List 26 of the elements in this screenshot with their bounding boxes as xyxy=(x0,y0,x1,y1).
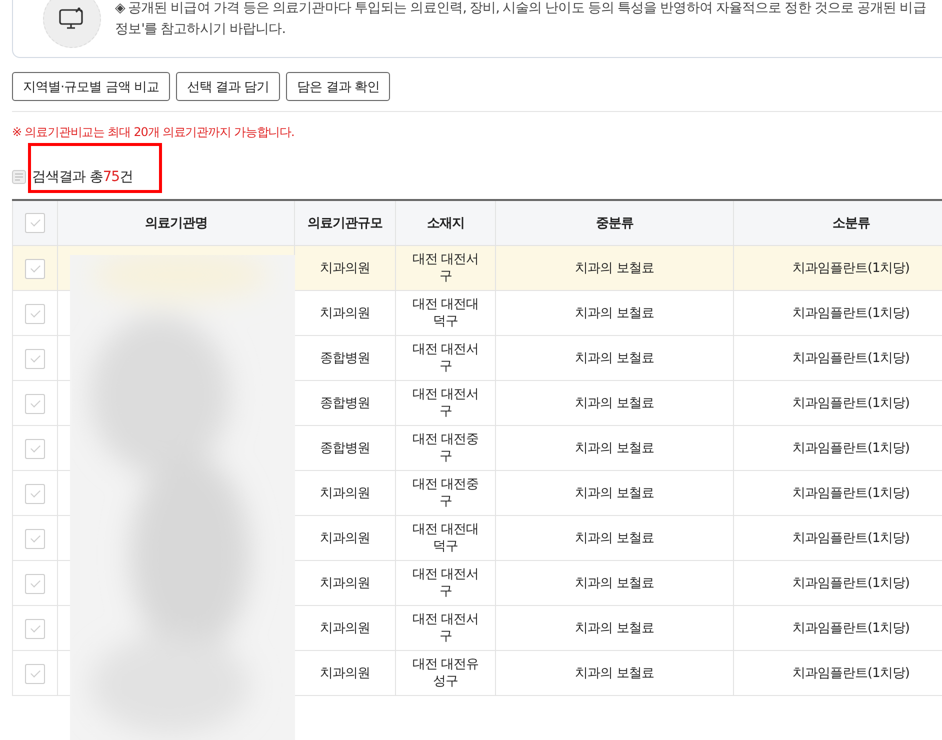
checkbox[interactable] xyxy=(25,528,45,548)
action-button[interactable]: 지역별·규모별 금액 비교 xyxy=(12,72,170,101)
column-header: 중분류 xyxy=(496,200,734,246)
checkbox[interactable] xyxy=(25,618,45,638)
checkbox[interactable] xyxy=(25,574,45,594)
column-header: 소재지 xyxy=(396,200,496,246)
checkbox[interactable] xyxy=(25,213,45,233)
checkbox[interactable] xyxy=(25,348,45,368)
checkbox[interactable] xyxy=(25,438,45,458)
checkbox[interactable] xyxy=(25,258,45,278)
checkbox[interactable] xyxy=(25,304,45,324)
column-header: 의료기관명 xyxy=(58,200,294,246)
list-icon xyxy=(12,170,26,184)
column-header: 의료기관규모 xyxy=(294,200,396,246)
checkbox[interactable] xyxy=(25,484,45,504)
checkbox[interactable] xyxy=(25,394,45,414)
result-count: 검색결과 총75건 xyxy=(32,168,133,186)
action-button[interactable]: 담은 결과 확인 xyxy=(286,72,390,101)
table-cell: 치과의 보철료 xyxy=(496,650,734,696)
column-header: 소분류 xyxy=(734,200,942,246)
action-button[interactable]: 선택 결과 담기 xyxy=(176,72,280,101)
warning-text: ※ 의료기관비교는 최대 20개 의료기관까지 가능합니다. xyxy=(12,124,296,141)
monitor-icon xyxy=(43,0,101,48)
checkbox[interactable] xyxy=(25,664,45,684)
table-cell: 대전 대전유성구 xyxy=(396,650,496,696)
notice-text: ◈ 공개된 비급여 가격 등은 의료기관마다 투입되는 의료인력, 장비, 시술의 난이도 등의 특성을 반영하여 자율적으로 정한 것으로 공개된 비급 정보'를 참고하시기 바랍니다. xyxy=(115,0,926,39)
